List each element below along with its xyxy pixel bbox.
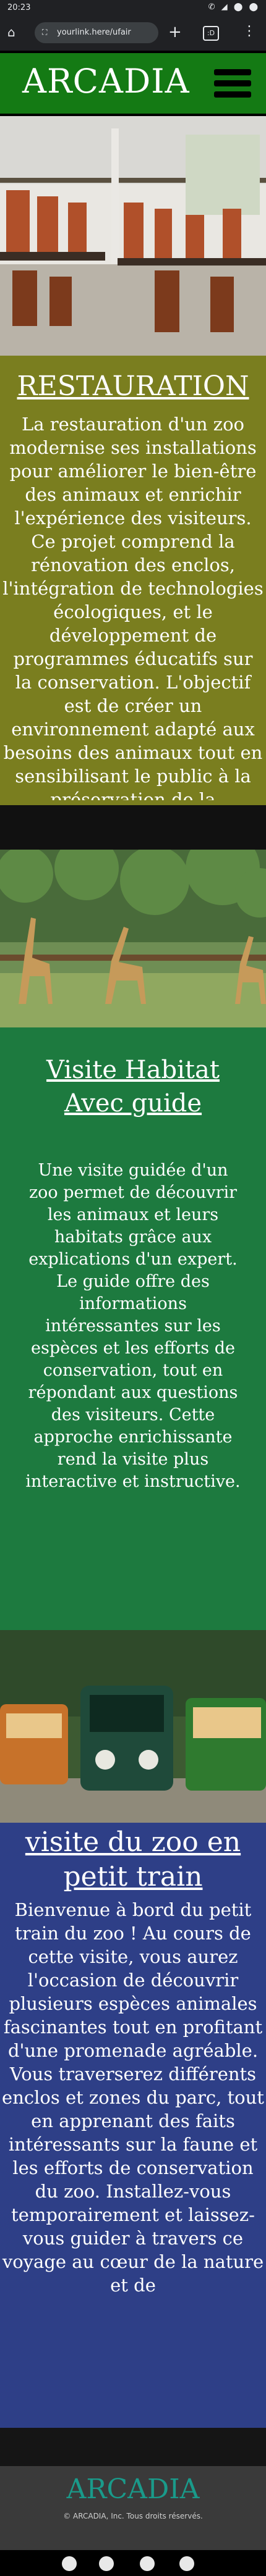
browser-menu-icon[interactable]: ⋮	[242, 23, 256, 39]
system-navigation-bar	[0, 2550, 266, 2576]
section-spacer	[0, 805, 266, 850]
site-logo[interactable]: ARCADIA	[22, 62, 190, 101]
nav-home-icon[interactable]	[99, 2556, 114, 2571]
site-header: ARCADIA	[0, 51, 266, 116]
tab-switcher-button[interactable]: :D	[203, 26, 219, 41]
visite-guide-text: Une visite guidée d'un zoo permet de déc…	[25, 1161, 241, 1491]
visite-guide-section: Visite Habitat Avec guide Une visite gui…	[0, 1027, 266, 1630]
site-footer: ARCADIA © ARCADIA, Inc. Tous droits rése…	[0, 2466, 266, 2550]
restaurant-photo	[0, 116, 266, 356]
browser-toolbar: ⌂ ⛶ yourlink.here/ufair + :D ⋮	[0, 16, 266, 51]
restauration-text: La restauration d'un zoo modernise ses i…	[2, 414, 264, 800]
new-tab-icon[interactable]: +	[168, 23, 182, 41]
copyright-text: © ARCADIA, Inc. Tous droits réservés.	[63, 2512, 203, 2520]
header-top-border	[0, 51, 266, 53]
train-photo	[0, 1630, 266, 1823]
petit-train-text: Bienvenue à bord du petit train du zoo !…	[2, 1899, 264, 2296]
section-spacer	[0, 2428, 266, 2466]
nav-recent-icon[interactable]	[62, 2556, 77, 2571]
home-icon[interactable]: ⌂	[7, 25, 22, 40]
restauration-section: RESTAURATION La restauration d'un zoo mo…	[0, 356, 266, 805]
restauration-title: RESTAURATION	[17, 370, 249, 402]
visite-guide-title: Visite Habitat Avec guide	[46, 1056, 220, 1118]
status-time: 20:23	[7, 3, 31, 12]
address-bar[interactable]: ⛶ yourlink.here/ufair	[35, 22, 158, 43]
nav-assistant-icon[interactable]	[140, 2556, 155, 2571]
site-info-icon[interactable]: ⛶	[42, 28, 47, 37]
giraffes-photo	[0, 850, 266, 1027]
status-bar: 20:23 ✆ ◢ ⬤ ⬤	[0, 0, 266, 16]
url-text[interactable]: yourlink.here/ufair	[57, 28, 131, 37]
nav-back-icon[interactable]	[179, 2556, 194, 2571]
petit-train-title: visite du zoo en petit train	[25, 1826, 241, 1892]
hamburger-menu-icon[interactable]	[214, 69, 254, 100]
footer-logo[interactable]: ARCADIA	[0, 2474, 266, 2505]
status-icons: ✆ ◢ ⬤ ⬤	[208, 2, 260, 12]
petit-train-section: visite du zoo en petit train Bienvenue à…	[0, 1823, 266, 2428]
